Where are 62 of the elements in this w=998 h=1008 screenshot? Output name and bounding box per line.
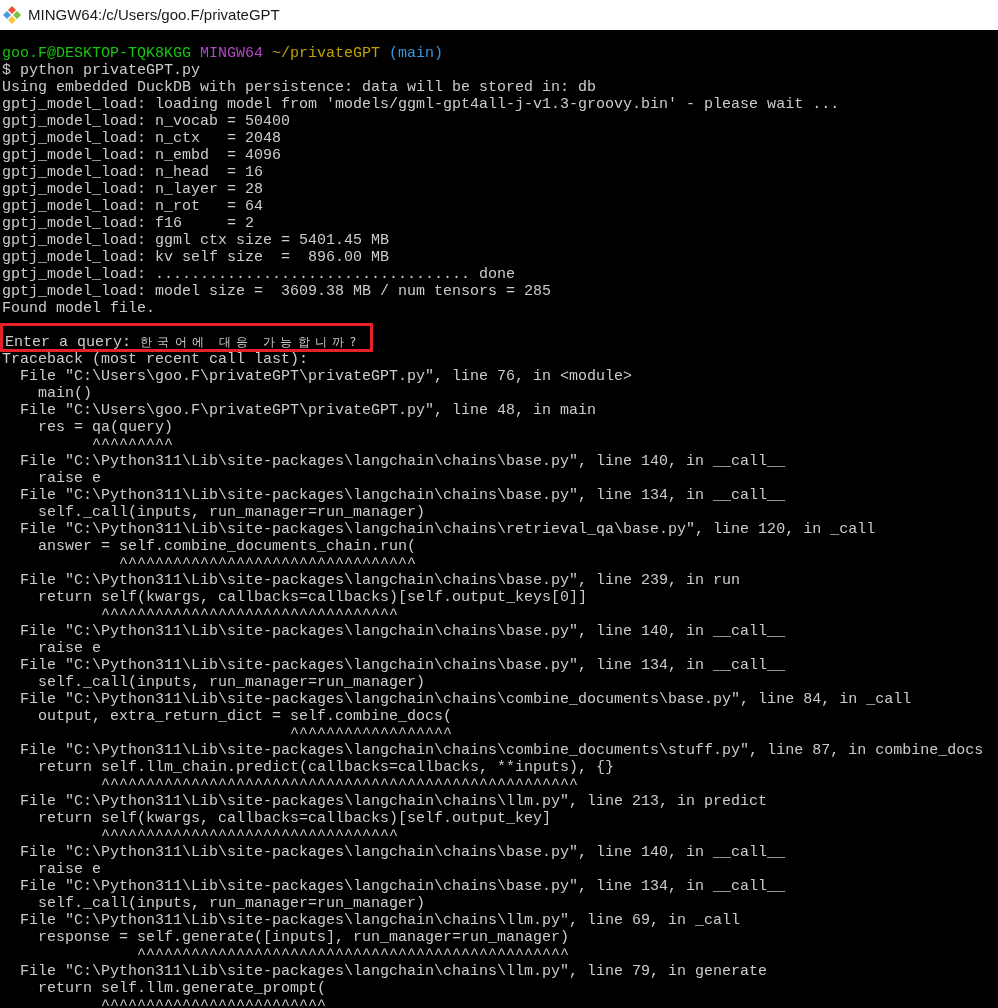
terminal-line: main() [37,385,92,402]
terminal-line: gptj_model_load: n_embd = 4096 [2,147,282,164]
terminal-line: ^^^^^^^^^^^^^^^^^^ [289,725,453,742]
terminal-line: ^^^^^^^^^ [91,436,174,453]
terminal-line: Found model file. [2,300,156,317]
query-text: 한국어에 대응 가능합니까? [140,334,362,351]
terminal-line: File "C:\Users\goo.F\privateGPT\privateGPT.py", line 76, in <module> [19,368,633,385]
terminal-line: gptj_model_load: n_layer = 28 [2,181,264,198]
terminal-line: File "C:\Python311\Lib\site-packages\langchain\chains\base.py", line 140, in __call__ [19,623,786,640]
terminal-line: return self(kwargs, callbacks=callbacks)[self.output_key] [37,810,552,827]
terminal-line: ^^^^^^^^^^^^^^^^^^^^^^^^^^^^^^^^^^^^^^^^^^^^^^^^ [136,946,570,963]
terminal-line: gptj_model_load: loading model from 'models/ggml-gpt4all-j-v1.3-groovy.bin' - please wait ... [2,96,840,113]
terminal-line: gptj_model_load: n_head = 16 [2,164,264,181]
terminal-line: ^^^^^^^^^^^^^^^^^^^^^^^^^^^^^^^^^^^^^^^^^^^^^^^^^^^^^ [100,776,579,793]
terminal-line: File "C:\Python311\Lib\site-packages\langchain\chains\base.py", line 239, in run [19,572,741,589]
terminal-line: res = qa(query) [37,419,174,436]
terminal-line: response = self.generate([inputs], run_manager=run_manager) [37,929,570,946]
terminal-line: gptj_model_load: ................................... done [2,266,516,283]
prompt-label: (main) [389,45,444,62]
terminal-line: Traceback (most recent call last): [2,351,309,368]
terminal-line: File "C:\Python311\Lib\site-packages\langchain\chains\combine_documents\stuff.py", line 87, in combine_docs [19,742,984,759]
terminal-line: File "C:\Python311\Lib\site-packages\langchain\chains\retrieval_qa\base.py", line 120, in _call [19,521,876,538]
terminal-line: File "C:\Python311\Lib\site-packages\langchain\chains\base.py", line 134, in __call__ [19,487,786,504]
terminal-line: self._call(inputs, run_manager=run_manager) [37,504,426,521]
query-prompt: Enter a query: [5,334,133,351]
terminal-line: self._call(inputs, run_manager=run_manager) [37,674,426,691]
terminal-line: File "C:\Python311\Lib\site-packages\langchain\chains\combine_documents\base.py", line 84, in _call [19,691,912,708]
terminal-line: File "C:\Python311\Lib\site-packages\langchain\chains\llm.py", line 79, in generate [19,963,768,980]
terminal-line: File "C:\Python311\Lib\site-packages\langchain\chains\base.py", line 134, in __call__ [19,657,786,674]
terminal-line: gptj_model_load: model size = 3609.38 MB / num tensors = 285 [2,283,552,300]
terminal-line: gptj_model_load: f16 = 2 [2,215,255,232]
terminal-line: ^^^^^^^^^^^^^^^^^^^^^^^^^^^^^^^^^ [118,555,417,572]
terminal-line: gptj_model_load: n_rot = 64 [2,198,264,215]
terminal-line: output, extra_return_dict = self.combine_docs( [37,708,453,725]
terminal-line: File "C:\Python311\Lib\site-packages\langchain\chains\base.py", line 140, in __call__ [19,844,786,861]
terminal-line: File "C:\Users\goo.F\privateGPT\privateGPT.py", line 48, in main [19,402,597,419]
terminal-line: return self.llm.generate_prompt( [37,980,327,997]
terminal-line: gptj_model_load: n_vocab = 50400 [2,113,291,130]
prompt-label: ~/privateGPT [272,45,381,62]
terminal-line: $ python privateGPT.py [2,62,201,79]
terminal-line: File "C:\Python311\Lib\site-packages\langchain\chains\llm.py", line 69, in _call [19,912,741,929]
terminal-line: return self(kwargs, callbacks=callbacks)[self.output_keys[0]] [37,589,588,606]
prompt-label: goo.F@DESKTOP-TQK8KGG [2,45,192,62]
terminal-line: ^^^^^^^^^^^^^^^^^^^^^^^^^ [100,997,327,1008]
terminal-line: answer = self.combine_documents_chain.run( [37,538,417,555]
terminal-line: raise e [37,470,102,487]
terminal-line: File "C:\Python311\Lib\site-packages\langchain\chains\llm.py", line 213, in predict [19,793,768,810]
terminal-line: File "C:\Python311\Lib\site-packages\langchain\chains\base.py", line 134, in __call__ [19,878,786,895]
terminal-line: raise e [37,640,102,657]
terminal-line: raise e [37,861,102,878]
terminal-line: File "C:\Python311\Lib\site-packages\langchain\chains\base.py", line 140, in __call__ [19,453,786,470]
diamond-logo-icon [2,5,22,25]
terminal-line: gptj_model_load: kv self size = 896.00 MB [2,249,390,266]
terminal-line: gptj_model_load: ggml ctx size = 5401.45 MB [2,232,390,249]
window-title: MINGW64:/c/Users/goo.F/privateGPT [28,4,280,25]
prompt-label: MINGW64 [200,45,264,62]
terminal-line: return self.llm_chain.predict(callbacks=callbacks, **inputs), {} [37,759,615,776]
terminal-line: ^^^^^^^^^^^^^^^^^^^^^^^^^^^^^^^^^ [100,827,399,844]
terminal-line: gptj_model_load: n_ctx = 2048 [2,130,282,147]
terminal-line: Using embedded DuckDB with persistence: data will be stored in: db [2,79,597,96]
terminal-line: ^^^^^^^^^^^^^^^^^^^^^^^^^^^^^^^^^ [100,606,399,623]
terminal-line: self._call(inputs, run_manager=run_manager) [37,895,426,912]
